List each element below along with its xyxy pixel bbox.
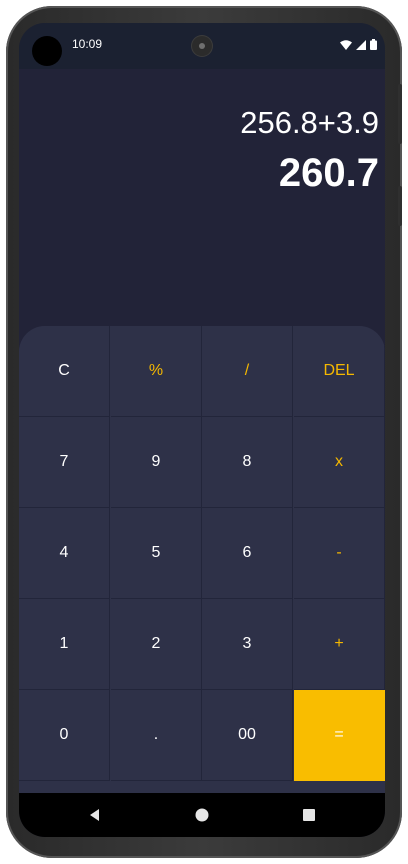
digit-3-button[interactable]: 3 bbox=[202, 599, 293, 690]
digit-4-button[interactable]: 4 bbox=[19, 508, 110, 599]
back-icon[interactable] bbox=[85, 805, 105, 825]
screen: 10:09 256.8+3.9 260.7 C% / DEL 7 9 8 x 4 5 6- 1 2 3 +… bbox=[19, 23, 385, 837]
double-zero-button[interactable]: 00 bbox=[202, 690, 293, 781]
equals-button[interactable]: = bbox=[294, 690, 385, 781]
calculator-display: 256.8+3.9 260.7 bbox=[19, 69, 385, 327]
front-camera bbox=[192, 36, 212, 56]
status-bar: 10:09 bbox=[19, 23, 385, 69]
recents-icon[interactable] bbox=[299, 805, 319, 825]
plus-button[interactable]: + bbox=[294, 599, 385, 690]
navigation-bar bbox=[19, 793, 385, 837]
decimal-button[interactable]: . bbox=[111, 690, 202, 781]
multiply-button[interactable]: x bbox=[294, 417, 385, 508]
result-text: 260.7 bbox=[278, 151, 379, 195]
digit-7-button[interactable]: 7 bbox=[19, 417, 110, 508]
status-time: 10:09 bbox=[72, 37, 103, 51]
status-icons bbox=[340, 39, 377, 50]
digit-5-button[interactable]: 5 bbox=[111, 508, 202, 599]
digit-9-button[interactable]: 9 bbox=[111, 417, 202, 508]
camera-punch-hole bbox=[32, 36, 62, 66]
keypad: C% / DEL 7 9 8 x 4 5 6- 1 2 3 +0. 00 = bbox=[19, 326, 385, 797]
expression-text: 256.8+3.9 bbox=[240, 105, 379, 140]
digit-2-button[interactable]: 2 bbox=[111, 599, 202, 690]
divide-button[interactable]: / bbox=[202, 326, 293, 417]
digit-1-button[interactable]: 1 bbox=[19, 599, 110, 690]
minus-button[interactable]: - bbox=[294, 508, 385, 599]
digit-8-button[interactable]: 8 bbox=[202, 417, 293, 508]
percent-button[interactable]: % bbox=[111, 326, 202, 417]
cell-signal-icon bbox=[356, 39, 366, 50]
volume-button bbox=[398, 84, 402, 144]
digit-6-button[interactable]: 6 bbox=[202, 508, 293, 599]
wifi-icon bbox=[340, 39, 352, 50]
clear-button[interactable]: C bbox=[19, 326, 110, 417]
battery-icon bbox=[370, 39, 377, 50]
home-icon[interactable] bbox=[192, 805, 212, 825]
delete-button[interactable]: DEL bbox=[294, 326, 385, 417]
power-button bbox=[398, 186, 402, 226]
digit-0-button[interactable]: 0 bbox=[19, 690, 110, 781]
